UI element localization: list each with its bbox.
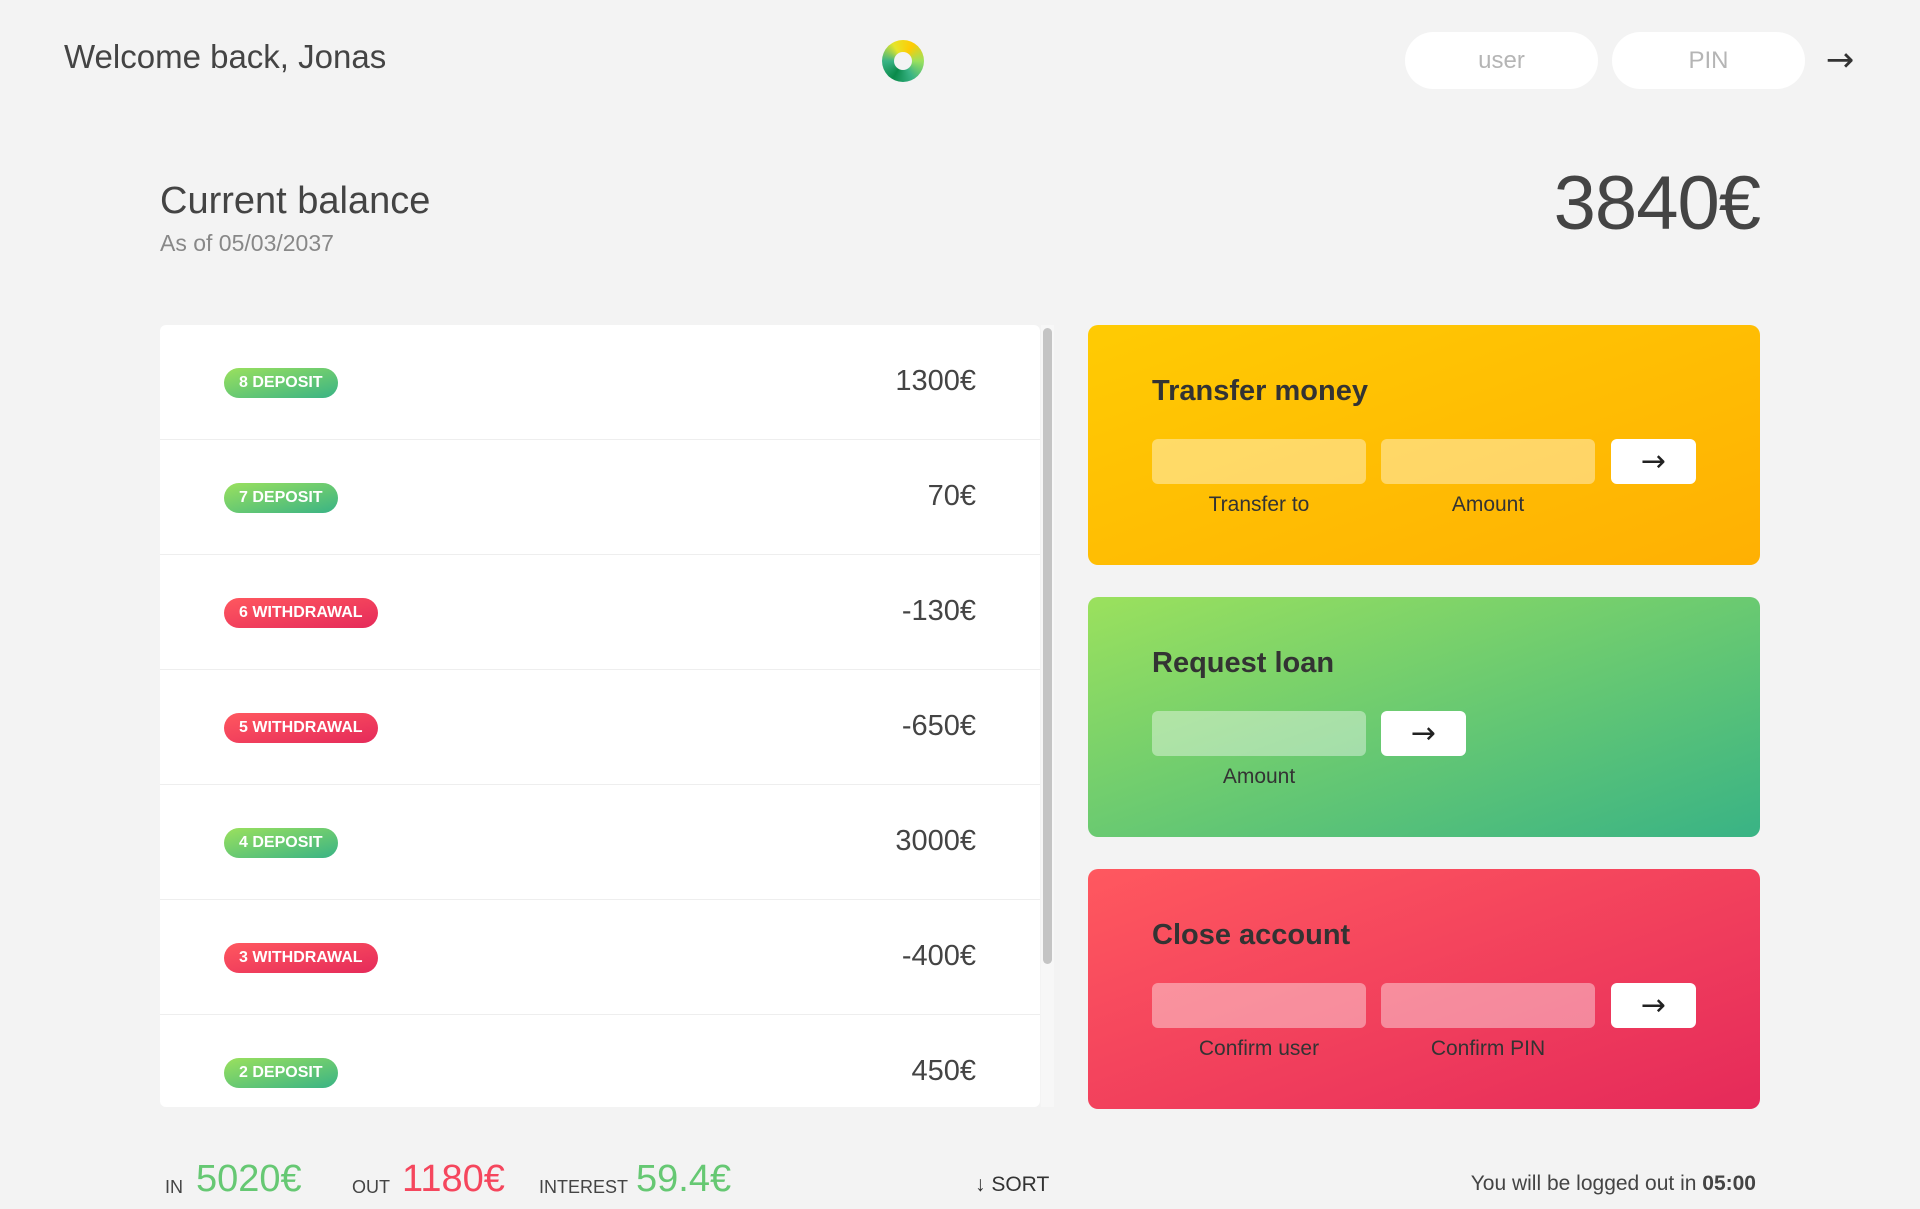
loan-title: Request loan — [1152, 647, 1335, 679]
logo-icon — [882, 40, 924, 82]
close-submit-button[interactable]: → — [1611, 983, 1696, 1028]
movement-type-badge: 6 WITHDRAWAL — [224, 598, 378, 628]
balance-label: Current balance — [160, 180, 431, 222]
loan-amount-label: Amount — [1222, 765, 1296, 788]
transfer-to-input[interactable] — [1152, 439, 1366, 484]
movement-row: 7 DEPOSIT 70€ — [160, 440, 1040, 555]
summary-in-label: In — [165, 1177, 183, 1197]
login-button[interactable]: → — [1818, 38, 1862, 82]
transfer-amount-label: Amount — [1451, 493, 1525, 516]
movement-row: 3 WITHDRAWAL -400€ — [160, 900, 1040, 1015]
close-account-panel: Close account → Confirm user Confirm PIN — [1088, 869, 1760, 1109]
summary-interest-value: 59.4€ — [636, 1158, 732, 1200]
arrow-right-icon: → — [1825, 40, 1855, 80]
movement-value: -400€ — [901, 940, 976, 972]
close-pin-label: Confirm PIN — [1430, 1037, 1546, 1060]
close-user-input[interactable] — [1152, 983, 1366, 1028]
close-user-label: Confirm user — [1198, 1037, 1320, 1060]
movement-value: 450€ — [911, 1055, 976, 1087]
summary-interest-label: Interest — [539, 1177, 629, 1197]
transfer-title: Transfer money — [1152, 375, 1368, 407]
movement-row: 5 WITHDRAWAL -650€ — [160, 670, 1040, 785]
movement-type-badge: 5 WITHDRAWAL — [224, 713, 378, 743]
close-title: Close account — [1152, 919, 1351, 951]
loan-submit-button[interactable]: → — [1381, 711, 1466, 756]
scrollbar-thumb[interactable] — [1043, 328, 1052, 964]
loan-amount-input[interactable] — [1152, 711, 1366, 756]
arrow-right-icon: → — [1640, 988, 1667, 1023]
loan-panel: Request loan → Amount — [1088, 597, 1760, 837]
close-pin-input[interactable] — [1381, 983, 1595, 1028]
movement-row: 8 DEPOSIT 1300€ — [160, 325, 1040, 440]
movement-value: -650€ — [901, 710, 976, 742]
transfer-panel: Transfer money → Transfer to Amount — [1088, 325, 1760, 565]
movement-value: 3000€ — [895, 825, 976, 857]
summary-out-value: 1180€ — [402, 1158, 505, 1200]
movement-value: -130€ — [901, 595, 976, 627]
movement-type-badge: 4 DEPOSIT — [224, 828, 338, 858]
login-user-input[interactable] — [1405, 32, 1598, 89]
movement-type-badge: 7 DEPOSIT — [224, 483, 338, 513]
welcome-message: Welcome back, Jonas — [64, 38, 387, 75]
logout-text: You will be logged out in — [1470, 1172, 1697, 1195]
balance-value: 3840€ — [1553, 161, 1761, 246]
transfer-amount-input[interactable] — [1381, 439, 1595, 484]
movements-list[interactable]: 8 DEPOSIT 1300€ 7 DEPOSIT 70€ 6 WITHDRAW… — [160, 325, 1040, 1107]
transfer-submit-button[interactable]: → — [1611, 439, 1696, 484]
arrow-right-icon: → — [1410, 716, 1437, 751]
movement-value: 1300€ — [895, 365, 976, 397]
movement-type-badge: 2 DEPOSIT — [224, 1058, 338, 1088]
logout-timer: You will be logged out in 05:00 — [1471, 1172, 1756, 1196]
top-nav: Welcome back, Jonas → — [0, 0, 1920, 120]
transfer-to-label: Transfer to — [1208, 493, 1310, 516]
movement-row: 4 DEPOSIT 3000€ — [160, 785, 1040, 900]
sort-button[interactable]: ↓ SORT — [975, 1173, 1049, 1197]
balance-date: As of 05/03/2037 — [160, 230, 334, 256]
arrow-right-icon: → — [1640, 444, 1667, 479]
logout-timer-value: 05:00 — [1702, 1172, 1756, 1195]
movement-type-badge: 3 WITHDRAWAL — [224, 943, 378, 973]
movement-row: 6 WITHDRAWAL -130€ — [160, 555, 1040, 670]
movement-type-badge: 8 DEPOSIT — [224, 368, 338, 398]
movement-value: 70€ — [927, 480, 976, 512]
summary-out-label: Out — [352, 1177, 390, 1197]
login-pin-input[interactable] — [1612, 32, 1805, 89]
summary-in-value: 5020€ — [196, 1158, 302, 1200]
movement-row: 2 DEPOSIT 450€ — [160, 1015, 1040, 1107]
